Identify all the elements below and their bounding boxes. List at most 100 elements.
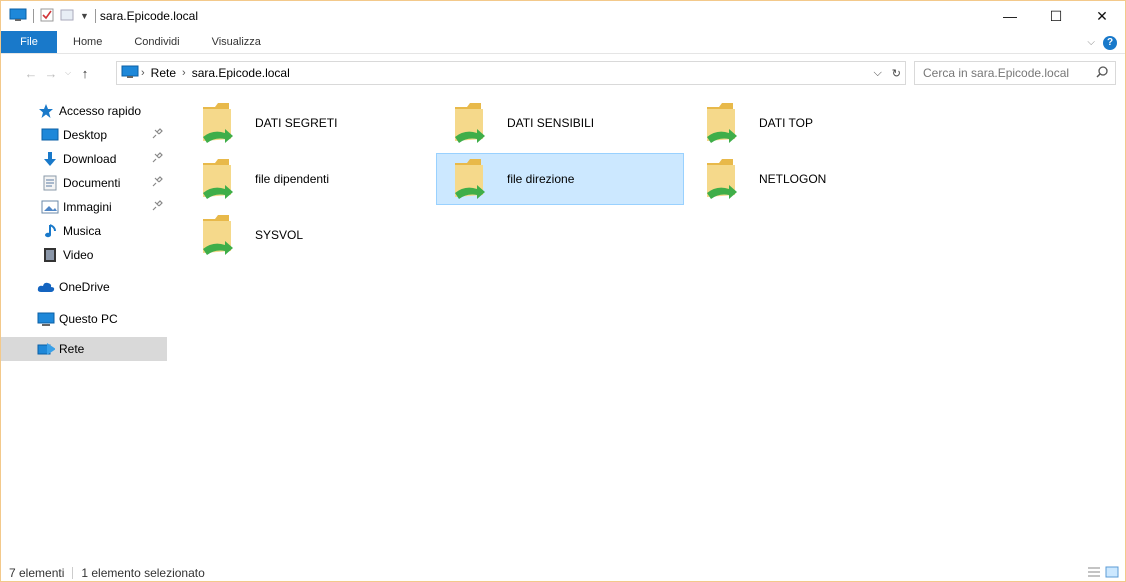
separator: [94, 9, 96, 23]
sidebar-item-download[interactable]: Download: [1, 147, 167, 171]
pin-icon[interactable]: [151, 176, 163, 191]
sidebar-item-label: Documenti: [63, 176, 121, 190]
folder-label: file direzione: [507, 172, 575, 186]
minimize-button[interactable]: —: [987, 1, 1033, 31]
navigation-pane: Accesso rapido Desktop Download Document…: [1, 97, 171, 563]
sidebar-item-onedrive[interactable]: OneDrive: [1, 275, 167, 299]
desktop-icon: [41, 127, 59, 143]
tab-condividi[interactable]: Condividi: [118, 31, 195, 53]
pin-icon[interactable]: [151, 200, 163, 215]
sidebar-item-label: Download: [63, 152, 117, 166]
folder-label: DATI SENSIBILI: [507, 116, 595, 130]
chevron-right-icon[interactable]: ›: [139, 67, 147, 79]
address-row: ← → ⌵ ↑ › Rete › sara.Epicode.local ⌵ ↻ …: [1, 61, 1125, 85]
tab-visualizza[interactable]: Visualizza: [196, 31, 277, 53]
breadcrumb-rete[interactable]: Rete: [147, 66, 180, 80]
video-icon: [41, 247, 59, 263]
documents-icon: [41, 175, 59, 191]
sidebar-item-label: Rete: [59, 342, 85, 356]
breadcrumb-host[interactable]: sara.Epicode.local: [188, 66, 294, 80]
search-icon[interactable]: [1095, 65, 1109, 82]
tiles-view-icon[interactable]: [1105, 566, 1119, 581]
explorer-window: ▼ sara.Epicode.local — ☐ ✕ File Home Con…: [0, 0, 1126, 582]
shared-folder-icon: [199, 213, 239, 257]
music-icon: [41, 223, 59, 239]
computer-icon: [37, 311, 55, 327]
window-controls: — ☐ ✕: [987, 1, 1125, 31]
folder-item[interactable]: SYSVOL: [185, 209, 433, 261]
ribbon-tabs: File Home Condividi Visualizza ⌵ ?: [1, 31, 1125, 54]
ribbon-right: ⌵ ?: [1087, 31, 1117, 54]
sidebar-item-label: Accesso rapido: [59, 104, 142, 118]
sidebar-item-label: Video: [63, 248, 94, 262]
new-folder-icon[interactable]: [60, 8, 74, 25]
customize-dropdown-icon[interactable]: ▼: [80, 11, 89, 21]
folder-item[interactable]: DATI SEGRETI: [185, 97, 433, 149]
separator: [33, 9, 34, 23]
search-input[interactable]: Cerca in sara.Epicode.local: [914, 61, 1116, 85]
computer-icon[interactable]: [9, 8, 27, 25]
sidebar-item-immagini[interactable]: Immagini: [1, 195, 167, 219]
folder-item[interactable]: file dipendenti: [185, 153, 433, 205]
folder-label: DATI SEGRETI: [255, 116, 338, 130]
window-title: sara.Epicode.local: [99, 9, 198, 23]
expand-ribbon-icon[interactable]: ⌵: [1087, 37, 1095, 48]
help-icon[interactable]: ?: [1103, 35, 1117, 50]
computer-icon: [121, 65, 139, 82]
back-icon[interactable]: ←: [21, 62, 41, 84]
refresh-icon[interactable]: ↻: [892, 67, 901, 80]
forward-icon[interactable]: →: [41, 62, 61, 84]
download-icon: [41, 151, 59, 167]
chevron-right-icon[interactable]: ›: [180, 67, 188, 79]
up-icon[interactable]: ↑: [75, 62, 95, 84]
folder-item[interactable]: NETLOGON: [689, 153, 937, 205]
address-bar[interactable]: › Rete › sara.Epicode.local ⌵ ↻: [116, 61, 906, 85]
folder-label: SYSVOL: [255, 228, 304, 242]
content-pane: DATI SEGRETI DATI SENSIBILI DATI TOP fil…: [171, 91, 1121, 561]
selection-count: 1 elemento selezionato: [81, 566, 205, 580]
shared-folder-icon: [451, 157, 491, 201]
folder-label: DATI TOP: [759, 116, 814, 130]
sidebar-item-accesso-rapido[interactable]: Accesso rapido: [1, 99, 167, 123]
pin-icon[interactable]: [151, 152, 163, 167]
sidebar-item-label: Musica: [63, 224, 102, 238]
sidebar-item-documenti[interactable]: Documenti: [1, 171, 167, 195]
tab-home[interactable]: Home: [57, 31, 118, 53]
item-count: 7 elementi: [9, 566, 65, 580]
separator: [72, 567, 74, 579]
pin-icon[interactable]: [151, 128, 163, 143]
folder-label: file dipendenti: [255, 172, 330, 186]
title-bar: ▼ sara.Epicode.local — ☐ ✕: [1, 1, 1125, 31]
sidebar-item-musica[interactable]: Musica: [1, 219, 167, 243]
properties-icon[interactable]: [40, 8, 54, 25]
sidebar-item-desktop[interactable]: Desktop: [1, 123, 167, 147]
sidebar-item-rete[interactable]: Rete: [1, 337, 167, 361]
shared-folder-icon: [451, 101, 491, 145]
folder-item[interactable]: DATI TOP: [689, 97, 937, 149]
sidebar-item-questo-pc[interactable]: Questo PC: [1, 307, 167, 331]
shared-folder-icon: [703, 157, 743, 201]
sidebar-item-label: OneDrive: [59, 280, 110, 294]
sidebar-item-label: Desktop: [63, 128, 108, 142]
chevron-down-icon[interactable]: ⌵: [873, 67, 881, 80]
status-bar: 7 elementi 1 elemento selezionato: [1, 564, 1125, 582]
quick-access-toolbar: ▼: [1, 1, 96, 31]
network-icon: [37, 341, 55, 357]
sidebar-item-video[interactable]: Video: [1, 243, 167, 267]
tab-file[interactable]: File: [1, 31, 57, 53]
shared-folder-icon: [703, 101, 743, 145]
search-placeholder: Cerca in sara.Epicode.local: [923, 66, 1070, 80]
shared-folder-icon: [199, 157, 239, 201]
maximize-button[interactable]: ☐: [1033, 1, 1079, 31]
shared-folder-icon: [199, 101, 239, 145]
sidebar-item-label: Questo PC: [59, 312, 118, 326]
close-button[interactable]: ✕: [1079, 1, 1125, 31]
recent-dropdown-icon[interactable]: ⌵: [61, 62, 75, 84]
folder-item[interactable]: DATI SENSIBILI: [437, 97, 685, 149]
cloud-icon: [37, 279, 55, 295]
folder-item-selected[interactable]: file direzione: [436, 153, 684, 205]
view-switcher: [1087, 566, 1119, 581]
address-actions: ⌵ ↻: [873, 62, 901, 84]
pictures-icon: [41, 199, 59, 215]
details-view-icon[interactable]: [1087, 566, 1101, 581]
